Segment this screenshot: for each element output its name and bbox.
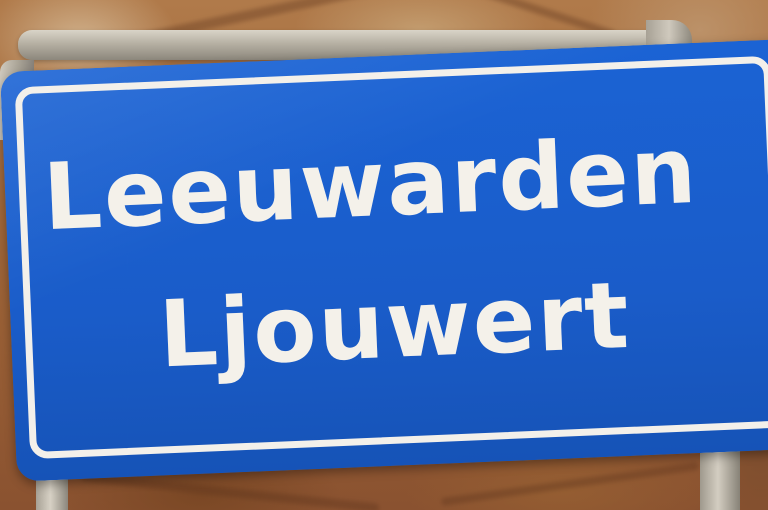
background-branch	[440, 461, 700, 507]
sign-place-name-frisian: Ljouwert	[156, 261, 633, 389]
sign-place-name-dutch: Leeuwarden	[41, 116, 701, 252]
place-name-sign: Leeuwarden Ljouwert	[0, 38, 768, 482]
sign-white-border	[14, 55, 768, 460]
background-branch	[80, 472, 380, 510]
photo-scene: Leeuwarden Ljouwert	[0, 0, 768, 510]
